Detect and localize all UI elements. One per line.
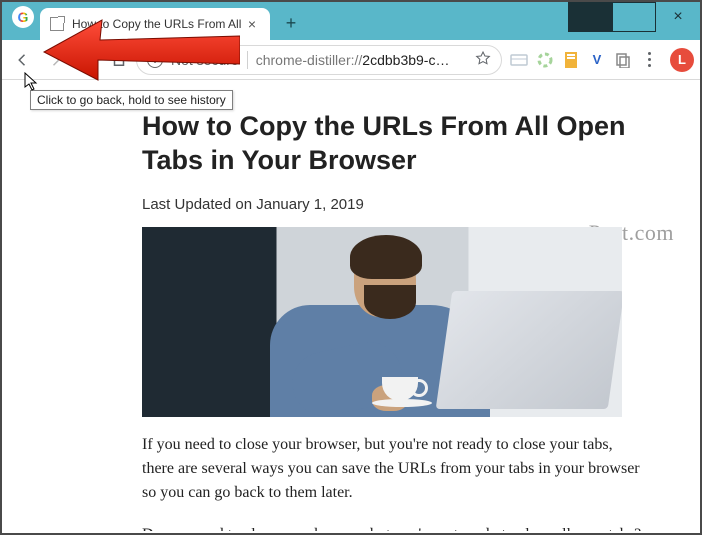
article-date: Last Updated on January 1, 2019 [142, 196, 662, 213]
window-minimize-button[interactable] [568, 2, 612, 32]
not-secure-label: Not secure [171, 52, 239, 68]
extension-icon-2[interactable] [534, 49, 556, 71]
browser-tab[interactable]: How to Copy the URLs From All O × [40, 8, 270, 40]
back-button-tooltip: Click to go back, hold to see history [30, 90, 233, 110]
omnibox-separator [247, 51, 248, 69]
user-avatar[interactable]: L [670, 48, 694, 72]
profile-badge[interactable]: G [12, 6, 34, 28]
article-hero-image [142, 227, 622, 417]
menu-button[interactable] [638, 49, 660, 71]
address-bar: i Not secure chrome-distiller://2cdbb3b9… [2, 40, 700, 80]
tab-close-button[interactable]: × [244, 16, 260, 32]
article: How to Copy the URLs From All Open Tabs … [142, 80, 662, 531]
extension-icon-5[interactable] [612, 49, 634, 71]
extension-icon-3[interactable] [560, 49, 582, 71]
page-content: groovyPost.com How to Copy the URLs From… [4, 80, 698, 531]
article-heading: How to Copy the URLs From All Open Tabs … [142, 110, 662, 178]
back-button[interactable] [8, 45, 38, 75]
bookmark-star-button[interactable] [475, 50, 491, 69]
new-tab-button[interactable]: + [278, 10, 304, 36]
reload-button[interactable] [72, 45, 102, 75]
page-favicon-icon [50, 17, 64, 31]
title-bar: G How to Copy the URLs From All O × + × [2, 2, 700, 40]
window-close-button[interactable]: × [656, 2, 700, 32]
article-paragraph-1: If you need to close your browser, but y… [142, 433, 642, 505]
window-maximize-button[interactable] [612, 2, 656, 32]
home-button[interactable] [104, 45, 134, 75]
extension-icon-4[interactable]: V [586, 49, 608, 71]
url-text[interactable]: chrome-distiller://2cdbb3b9-c… [256, 52, 467, 68]
forward-button[interactable] [40, 45, 70, 75]
window-controls: × [568, 2, 700, 34]
extensions-area: V [504, 49, 664, 71]
omnibox[interactable]: i Not secure chrome-distiller://2cdbb3b9… [136, 45, 502, 75]
tab-title: How to Copy the URLs From All O [72, 17, 244, 31]
extension-icon-1[interactable] [508, 49, 530, 71]
site-info-icon[interactable]: i [147, 52, 163, 68]
article-paragraph-2: Do you need to close your browser but yo… [142, 523, 642, 532]
